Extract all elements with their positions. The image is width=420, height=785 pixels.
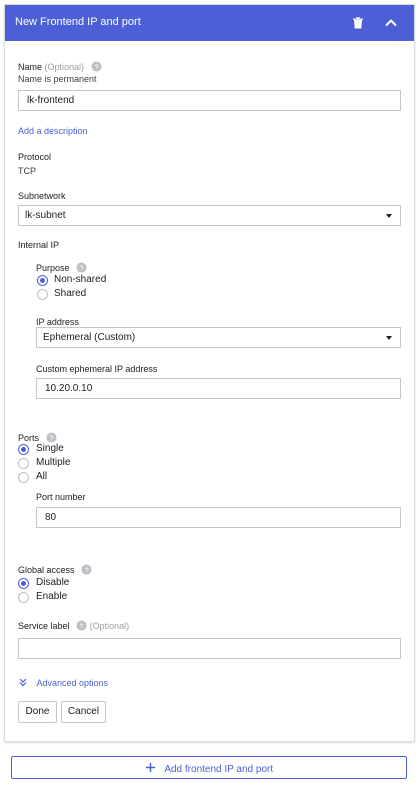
- svg-text:?: ?: [94, 62, 98, 71]
- custom-ephemeral-ip-input[interactable]: [36, 378, 401, 399]
- protocol-label: Protocol: [18, 152, 52, 162]
- dropdown-caret-icon: [386, 336, 392, 340]
- double-chevron-down-icon: [18, 674, 28, 687]
- advanced-options-link[interactable]: Advanced options: [36, 678, 108, 688]
- service-label-optional-tag: (Optional): [89, 621, 130, 631]
- name-optional-tag: (Optional): [44, 62, 85, 72]
- ports-all-label: All: [36, 471, 48, 482]
- ports-single-label: Single: [36, 443, 64, 454]
- global-access-field-label: Global access ?: [18, 564, 92, 575]
- purpose-shared-radio[interactable]: [37, 289, 48, 300]
- ports-field-label: Ports ?: [18, 432, 57, 443]
- help-icon[interactable]: ?: [76, 262, 87, 273]
- dropdown-caret-icon: [386, 214, 392, 218]
- ip-address-label: IP address: [36, 317, 79, 327]
- ip-address-value: Ephemeral (Custom): [43, 332, 136, 343]
- name-field-label: Name (Optional) ?: [18, 61, 102, 72]
- help-icon[interactable]: ?: [91, 61, 102, 72]
- subnetwork-select[interactable]: lk-subnet: [18, 205, 401, 226]
- global-access-enable-radio[interactable]: [18, 592, 29, 603]
- subnetwork-value: lk-subnet: [25, 210, 66, 221]
- svg-text:?: ?: [80, 621, 84, 630]
- name-label: Name: [18, 62, 43, 72]
- help-icon[interactable]: ?: [81, 564, 92, 575]
- add-frontend-ip-button[interactable]: Add frontend IP and port: [11, 756, 407, 779]
- plus-icon: [145, 762, 156, 773]
- svg-text:?: ?: [49, 433, 53, 442]
- global-access-disable-label: Disable: [36, 577, 70, 588]
- global-access-disable-radio[interactable]: [18, 578, 29, 589]
- svg-text:?: ?: [85, 565, 89, 574]
- add-frontend-ip-label: Add frontend IP and port: [164, 764, 274, 775]
- purpose-non-shared-label: Non-shared: [54, 274, 107, 285]
- ports-single-radio[interactable]: [18, 444, 29, 455]
- service-label-input[interactable]: [18, 638, 401, 659]
- svg-text:?: ?: [80, 263, 84, 272]
- service-label-label: Service label: [18, 621, 70, 631]
- done-button[interactable]: Done: [18, 701, 57, 723]
- ports-multiple-radio[interactable]: [18, 458, 29, 469]
- frontend-config-panel: New Frontend IP and port Name (Optional)…: [4, 4, 415, 742]
- panel-header: New Frontend IP and port: [5, 5, 414, 41]
- name-input[interactable]: [18, 90, 401, 111]
- purpose-shared-label: Shared: [54, 288, 87, 299]
- protocol-value: TCP: [18, 166, 36, 176]
- help-icon[interactable]: ?: [45, 432, 57, 443]
- global-access-label: Global access: [18, 565, 75, 575]
- ports-label: Ports: [18, 433, 40, 443]
- ip-address-select[interactable]: Ephemeral (Custom): [36, 327, 401, 348]
- name-permanent-note: Name is permanent: [18, 74, 97, 84]
- service-label-field-label: Service label ? (Optional): [18, 620, 129, 631]
- help-icon[interactable]: ?: [76, 620, 87, 631]
- panel-title: New Frontend IP and port: [15, 16, 141, 28]
- advanced-options-toggle[interactable]: Advanced options: [18, 673, 108, 691]
- custom-ephemeral-ip-label: Custom ephemeral IP address: [36, 364, 158, 374]
- global-access-enable-label: Enable: [36, 591, 68, 602]
- purpose-label: Purpose: [36, 263, 70, 273]
- add-description-link[interactable]: Add a description: [18, 126, 88, 136]
- ports-multiple-label: Multiple: [36, 457, 71, 468]
- purpose-non-shared-radio[interactable]: [37, 275, 48, 286]
- cancel-button[interactable]: Cancel: [61, 701, 106, 723]
- port-number-input[interactable]: [36, 507, 401, 528]
- internal-ip-label: Internal IP: [18, 240, 60, 250]
- chevron-up-icon[interactable]: [383, 15, 399, 31]
- ports-all-radio[interactable]: [18, 472, 29, 483]
- subnetwork-label: Subnetwork: [18, 191, 66, 201]
- trash-icon[interactable]: [350, 15, 366, 31]
- purpose-field-label: Purpose ?: [36, 262, 87, 273]
- port-number-label: Port number: [36, 492, 86, 502]
